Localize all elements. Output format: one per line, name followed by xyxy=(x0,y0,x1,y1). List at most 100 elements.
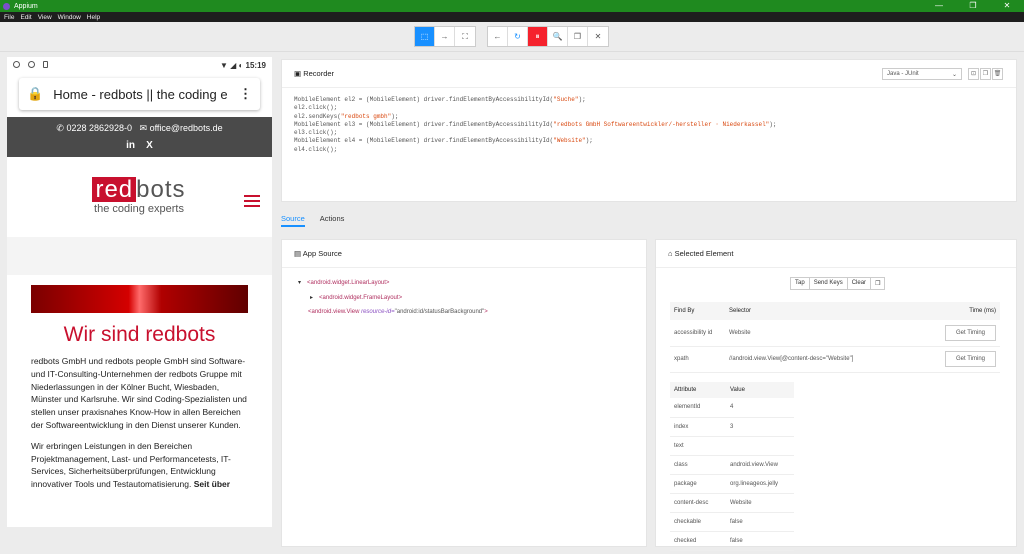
tree-node-tag: <android.widget.FrameLayout> xyxy=(319,294,403,301)
code-line: el2.sendKeys("redbots gmbh"); xyxy=(294,113,1004,121)
status-clock: 15:19 xyxy=(245,61,266,70)
clear-button[interactable]: Clear xyxy=(848,278,872,289)
grey-spacer xyxy=(7,237,272,275)
attribute-value: android.view.View xyxy=(726,455,794,475)
hamburger-menu-icon[interactable] xyxy=(244,195,260,210)
code-string: "Website" xyxy=(553,137,586,145)
menu-dots-icon[interactable]: ⋮ xyxy=(239,86,252,102)
source-tree: ▾ <android.widget.LinearLayout> ▸ <android… xyxy=(282,268,646,328)
menu-help[interactable]: Help xyxy=(87,14,100,21)
find-by-cell: accessibility id xyxy=(670,320,725,347)
copy-attributes-icon[interactable]: ❐ xyxy=(871,278,884,289)
attribute-value: 3 xyxy=(726,417,794,437)
attribute-name: index xyxy=(670,417,726,437)
attribute-value xyxy=(726,436,794,456)
selected-element-panel: ⌂ Selected Element Tap Send Keys Clear ❐… xyxy=(655,239,1017,551)
app-source-title-text: App Source xyxy=(302,249,342,258)
contact-line: ✆ 0228 2862928-0 ✉ office@redbots.de xyxy=(56,123,223,133)
column-header: Time (ms) xyxy=(915,302,1000,320)
tree-node[interactable]: <android.view.View resource-id="android:… xyxy=(298,305,630,320)
attribute-value: org.lineageos.jelly xyxy=(726,474,794,494)
tab-actions[interactable]: Actions xyxy=(320,211,345,227)
table-row: text xyxy=(670,436,794,456)
browser-address-bar[interactable]: 🔒 Home - redbots || the coding e ⋮ xyxy=(19,78,260,110)
linkedin-icon[interactable]: in xyxy=(126,140,135,151)
toolbar-mode-group: ⬚ → ⛶ xyxy=(414,26,476,47)
logo-red: red xyxy=(92,177,137,202)
copy-code-icon[interactable]: ❐ xyxy=(980,68,991,80)
get-timing-button[interactable]: Get Timing xyxy=(944,351,996,367)
code-text: ); xyxy=(578,96,586,103)
contact-phone[interactable]: 0228 2862928-0 xyxy=(66,123,132,133)
attribute-name: content-desc xyxy=(670,493,726,513)
menu-window[interactable]: Window xyxy=(58,14,81,21)
tab-source[interactable]: Source xyxy=(281,211,305,227)
maximize-icon[interactable]: ❐ xyxy=(956,0,990,12)
search-icon[interactable]: 🔍 xyxy=(548,27,568,46)
pause-recording-icon[interactable]: ⏸ xyxy=(528,27,548,46)
selector-cell[interactable]: Website xyxy=(725,320,916,347)
tree-node-value: "android:id/statusBarBackground" xyxy=(394,309,485,315)
xing-icon[interactable]: X xyxy=(146,140,153,151)
show-boilerplate-icon[interactable]: ⊡ xyxy=(968,68,979,80)
appium-logo-icon xyxy=(3,2,10,10)
website-headline: Wir sind redbots xyxy=(63,323,216,346)
column-header: Selector xyxy=(725,302,916,320)
lock-icon: 🔒 xyxy=(27,86,44,101)
attribute-value: Website xyxy=(726,493,794,513)
attribute-value: 4 xyxy=(726,398,794,418)
code-string: "redbots GmbH Softwareentwickler/-herste… xyxy=(553,120,770,128)
code-line: el2.click(); xyxy=(294,104,1004,112)
send-keys-button[interactable]: Send Keys xyxy=(810,278,848,289)
table-row: checkable false xyxy=(670,512,794,532)
copy-xml-icon[interactable]: ❐ xyxy=(568,27,588,46)
attribute-name: text xyxy=(670,436,726,456)
back-icon[interactable]: ← xyxy=(488,27,508,46)
app-source-title: ▤ App Source xyxy=(282,240,646,268)
status-icons-left xyxy=(13,61,56,70)
code-text: ); xyxy=(585,137,593,145)
tree-node[interactable]: ▸ <android.widget.FrameLayout> xyxy=(298,291,630,306)
tap-button[interactable]: Tap xyxy=(791,278,810,289)
window-titlebar: Appium — ❐ ✕ xyxy=(0,0,1024,12)
attribute-name: class xyxy=(670,455,726,475)
table-header-row: Attribute Value xyxy=(670,382,794,398)
language-select[interactable]: Java - JUnit ⌄ xyxy=(882,68,962,80)
redbots-logo[interactable]: red bots the coding experts xyxy=(74,177,204,221)
website-paragraph-1: redbots GmbH und redbots people GmbH sin… xyxy=(31,356,247,430)
select-element-icon[interactable]: ⬚ xyxy=(415,27,435,46)
chevron-down-icon: ⌄ xyxy=(951,72,957,78)
recorder-panel: ▣ Recorder Java - JUnit ⌄ ⊡ ❐ 🗑 MobileEle… xyxy=(281,59,1017,202)
tap-by-coordinates-icon[interactable]: ⛶ xyxy=(455,27,475,46)
device-screenshot[interactable]: ▼ ◢ ◐ 15:19 🔒 Home - redbots || the codi… xyxy=(7,57,272,527)
minimize-icon[interactable]: — xyxy=(922,0,956,12)
status-dot-icon xyxy=(13,61,20,68)
social-links: in X xyxy=(7,140,272,151)
swipe-icon[interactable]: → xyxy=(435,27,455,46)
tree-toggle-icon[interactable]: ▸ xyxy=(310,295,313,301)
clear-recorder-icon[interactable]: 🗑 xyxy=(992,68,1003,80)
red-banner-image xyxy=(31,285,248,313)
contact-email[interactable]: office@redbots.de xyxy=(150,123,223,133)
tree-node[interactable]: ▾ <android.widget.LinearLayout> xyxy=(298,276,630,291)
menu-view[interactable]: View xyxy=(38,14,52,21)
close-icon[interactable]: ✕ xyxy=(990,0,1024,12)
table-row: content-desc Website xyxy=(670,493,794,513)
menu-edit[interactable]: Edit xyxy=(20,14,31,21)
tree-node-tag: <android.widget.LinearLayout> xyxy=(307,280,390,286)
website-header: red bots the coding experts xyxy=(7,157,272,237)
file-icon: ▤ xyxy=(294,249,302,258)
attribute-name: package xyxy=(670,474,726,494)
language-select-value: Java - JUnit xyxy=(887,71,919,77)
window-controls: — ❐ ✕ xyxy=(922,0,1024,12)
selector-cell[interactable]: //android.view.View[@content-desc="Websi… xyxy=(725,346,916,373)
table-header-row: Find By Selector Time (ms) xyxy=(670,302,1000,320)
refresh-icon[interactable]: ↻ xyxy=(508,27,528,46)
tag-icon: ⌂ xyxy=(668,249,673,258)
tree-toggle-icon[interactable]: ▾ xyxy=(298,280,301,286)
phone-icon xyxy=(43,61,48,68)
get-timing-button[interactable]: Get Timing xyxy=(944,324,996,341)
code-line: MobileElement el4 = (MobileElement) driv… xyxy=(294,137,1004,145)
quit-session-icon[interactable]: ✕ xyxy=(588,27,608,46)
menu-file[interactable]: File xyxy=(4,14,14,21)
